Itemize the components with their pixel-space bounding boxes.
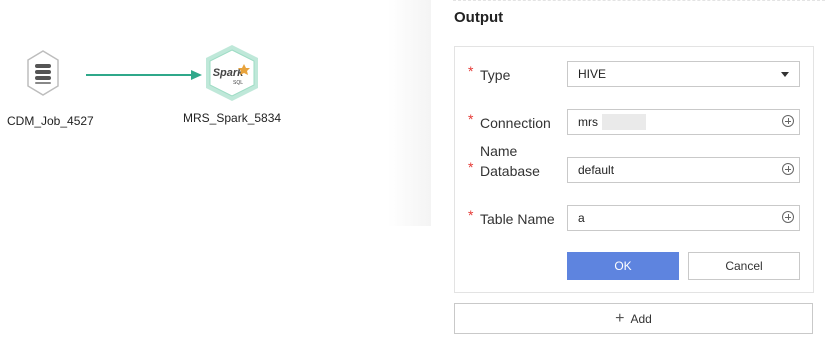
output-panel: Output * Type HIVE * Connection mrs Name… — [431, 0, 825, 345]
node-label-cdm: CDM_Job_4527 — [7, 114, 94, 128]
add-label: Add — [630, 311, 652, 326]
add-button[interactable]: + Add — [454, 303, 813, 334]
add-circle-icon[interactable] — [782, 163, 794, 175]
node-label-spark: MRS_Spark_5834 — [183, 111, 282, 125]
required-mark: * — [468, 63, 474, 79]
add-circle-icon[interactable] — [782, 211, 794, 223]
panel-title: Output — [454, 9, 504, 26]
connection-value: mrs — [578, 115, 598, 129]
required-mark: * — [468, 111, 474, 127]
cancel-button[interactable]: Cancel — [688, 252, 800, 280]
database-stack-icon — [26, 49, 60, 97]
ok-button[interactable]: OK — [567, 252, 679, 280]
add-circle-icon[interactable] — [782, 115, 794, 127]
output-form: * Type HIVE * Connection mrs Name * Data… — [454, 46, 814, 293]
database-label-line1: Name — [480, 143, 518, 159]
database-field[interactable]: default — [567, 157, 800, 183]
divider — [453, 0, 825, 2]
plus-icon: + — [615, 309, 625, 327]
required-mark: * — [468, 207, 474, 223]
required-mark: * — [468, 159, 474, 175]
connection-field[interactable]: mrs — [567, 109, 800, 135]
chevron-down-icon — [781, 72, 789, 77]
redacted-mask — [602, 114, 646, 130]
connection-label: Connection — [480, 115, 551, 131]
type-select[interactable]: HIVE — [567, 61, 800, 87]
table-name-field[interactable]: a — [567, 205, 800, 231]
table-name-value: a — [578, 211, 585, 225]
table-name-label: Table Name — [480, 211, 555, 227]
spark-sql-icon: Spark SQL — [202, 44, 262, 102]
database-value: default — [578, 163, 615, 177]
type-value: HIVE — [578, 67, 607, 81]
database-label-line2: Database — [480, 163, 540, 179]
svg-text:SQL: SQL — [233, 80, 243, 86]
type-label: Type — [480, 67, 511, 83]
